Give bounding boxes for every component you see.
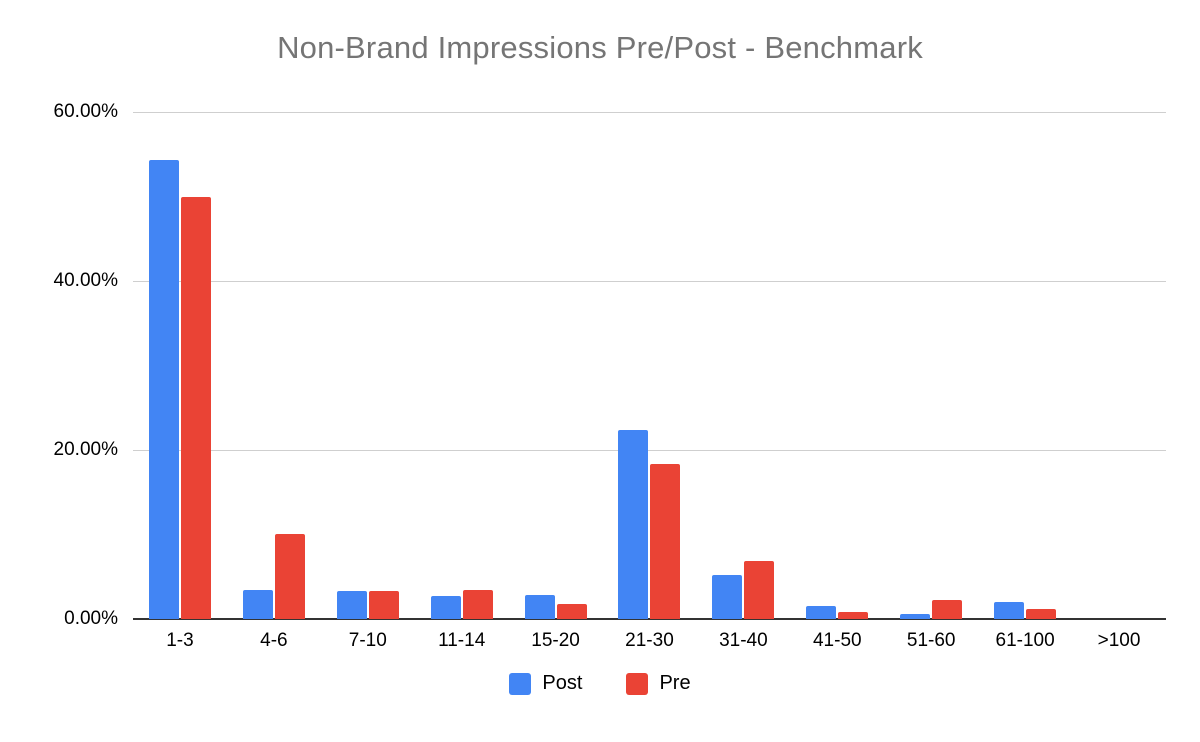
bar-group [321, 112, 415, 619]
x-tick-label: 11-14 [438, 630, 486, 651]
bar-post[interactable] [994, 602, 1025, 619]
x-axis: 1-3 4-6 7-10 11-14 15-20 21-30 31-40 41-50 51-60… [133, 630, 1166, 652]
y-tick-label: 60.00% [53, 101, 118, 122]
x-tick-label: >100 [1097, 630, 1141, 651]
x-tick-label: 4-6 [260, 630, 288, 651]
bar-group [415, 112, 509, 619]
legend-swatch-icon [509, 672, 532, 695]
chart-title: Non-Brand Impressions Pre/Post - Benchma… [277, 30, 923, 65]
bar-group [227, 112, 321, 619]
bar-group [978, 112, 1072, 619]
legend-item-post[interactable]: Post [509, 672, 582, 695]
x-tick-label: 7-10 [348, 630, 387, 651]
legend-label: Post [542, 672, 583, 694]
x-tick-label: 31-40 [719, 630, 768, 651]
x-tick-label: 41-50 [812, 630, 862, 651]
bar-group [790, 112, 884, 619]
bar-pre[interactable] [462, 590, 493, 619]
bar-post[interactable] [618, 429, 649, 619]
bar-pre[interactable] [274, 533, 305, 619]
bar-group [133, 112, 227, 619]
bar-pre[interactable] [744, 560, 775, 619]
bar-pre[interactable] [556, 603, 587, 619]
bar-group [1072, 112, 1166, 619]
y-tick-label: 0.00% [64, 608, 118, 629]
x-tick-label: 15-20 [531, 630, 580, 651]
legend-item-pre[interactable]: Pre [626, 672, 691, 695]
legend-swatch-icon [626, 672, 649, 695]
bar-pre[interactable] [650, 464, 681, 619]
bar-post[interactable] [242, 590, 273, 619]
bar-group [509, 112, 603, 619]
y-tick-label: 40.00% [53, 270, 118, 291]
bar-series-container [133, 112, 1166, 619]
x-tick-label: 61-100 [995, 630, 1055, 651]
plot-area [133, 112, 1166, 620]
bar-pre[interactable] [932, 600, 963, 619]
x-tick-label: 51-60 [906, 630, 956, 651]
bar-group [696, 112, 790, 619]
bar-post[interactable] [148, 160, 179, 619]
bar-post[interactable] [806, 606, 837, 619]
bar-post[interactable] [430, 596, 461, 619]
x-tick-label: 1-3 [166, 630, 194, 651]
bar-group [603, 112, 697, 619]
bar-post[interactable] [712, 575, 743, 619]
bar-post[interactable] [336, 591, 367, 619]
bar-pre[interactable] [838, 612, 869, 619]
x-tick-label: 21-30 [625, 630, 674, 651]
y-tick-label: 20.00% [53, 439, 118, 460]
bar-pre[interactable] [368, 591, 399, 619]
bar-group [884, 112, 978, 619]
bar-pre[interactable] [180, 196, 211, 619]
bar-post[interactable] [900, 613, 931, 619]
chart-container: Non-Brand Impressions Pre/Post - Benchma… [0, 0, 1200, 742]
bar-post[interactable] [524, 595, 555, 619]
bar-pre[interactable] [1026, 608, 1057, 619]
chart-legend: Post Pre [0, 672, 1200, 695]
legend-label: Pre [659, 672, 691, 694]
